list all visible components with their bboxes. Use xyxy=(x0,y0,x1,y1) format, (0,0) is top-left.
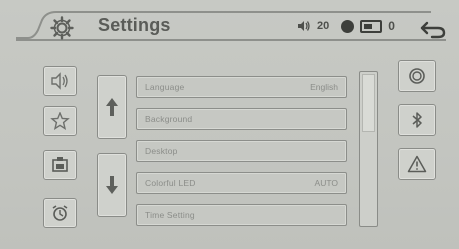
right-warning-button[interactable] xyxy=(398,148,436,180)
settings-screen: Settings 20 0 Language English Backgroun… xyxy=(0,0,459,249)
arrow-down-icon xyxy=(106,176,118,194)
speaker-icon xyxy=(51,72,68,90)
volume-level: 20 xyxy=(317,20,330,32)
sidebar-favorites-button[interactable] xyxy=(43,106,77,136)
scrollbar[interactable] xyxy=(359,71,378,227)
scroll-down-button[interactable] xyxy=(97,153,127,217)
menu-item-label: Desktop xyxy=(145,146,178,156)
status-count: 0 xyxy=(388,19,395,33)
menu-item-time-setting[interactable]: Time Setting xyxy=(136,204,347,226)
menu-item-value: English xyxy=(310,82,338,92)
status-dot-icon xyxy=(341,19,355,33)
star-icon xyxy=(50,112,70,130)
back-arrow-icon[interactable] xyxy=(420,21,446,39)
menu-item-value: AUTO xyxy=(314,178,338,188)
right-target-button[interactable] xyxy=(398,60,436,92)
sidebar-sound-button[interactable] xyxy=(43,66,77,96)
scroll-up-button[interactable] xyxy=(97,75,127,139)
status-bar: 20 0 xyxy=(297,19,395,33)
volume-icon xyxy=(298,21,310,31)
warning-icon xyxy=(407,155,427,173)
menu-item-label: Colorful LED xyxy=(145,178,196,188)
right-bluetooth-button[interactable] xyxy=(398,104,436,136)
battery-icon xyxy=(360,19,383,33)
display-icon xyxy=(52,157,68,172)
menu-item-desktop[interactable]: Desktop xyxy=(136,140,347,162)
arrow-up-icon xyxy=(106,98,118,116)
menu-item-language[interactable]: Language English xyxy=(136,76,347,98)
scrollbar-thumb[interactable] xyxy=(362,74,375,132)
menu-item-label: Time Setting xyxy=(145,210,195,220)
target-icon xyxy=(409,68,425,84)
settings-gear-icon[interactable] xyxy=(50,16,74,40)
menu-item-colorful-led[interactable]: Colorful LED AUTO xyxy=(136,172,347,194)
sidebar-display-button[interactable] xyxy=(43,150,77,180)
sidebar-clock-button[interactable] xyxy=(43,198,77,228)
bluetooth-icon xyxy=(412,112,422,128)
menu-item-label: Language xyxy=(145,82,185,92)
menu-item-background[interactable]: Background xyxy=(136,108,347,130)
menu-item-label: Background xyxy=(145,114,193,124)
clock-icon xyxy=(52,205,68,221)
header: Settings 20 0 xyxy=(16,6,446,46)
page-title: Settings xyxy=(98,15,171,35)
